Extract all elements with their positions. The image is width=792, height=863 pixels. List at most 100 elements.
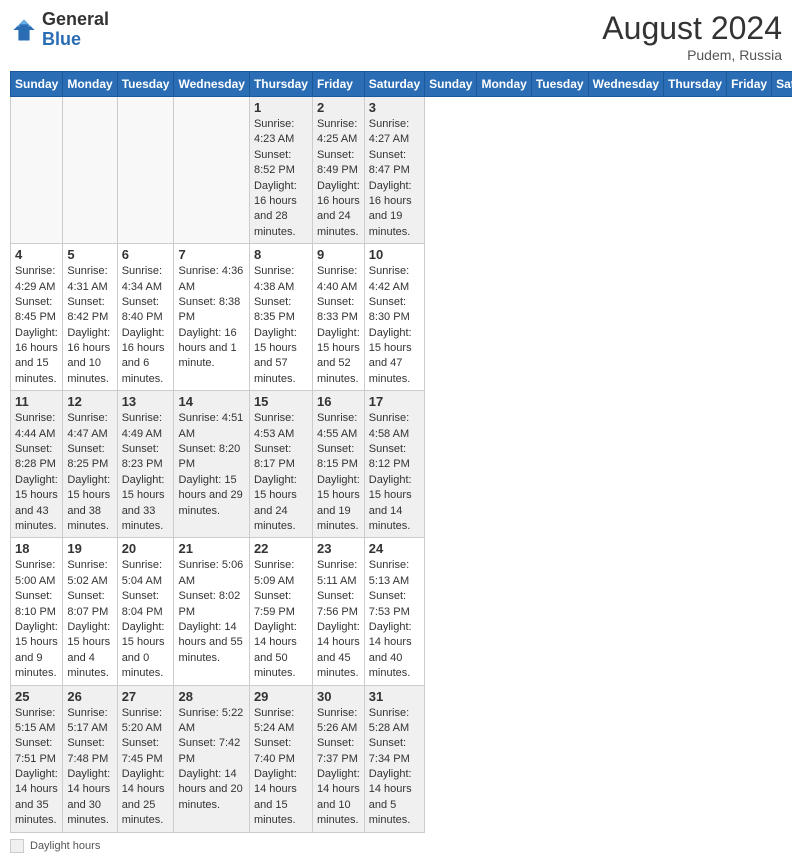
day-number: 19 <box>67 541 112 556</box>
day-info: Sunrise: 5:11 AM Sunset: 7:56 PM Dayligh… <box>317 558 360 681</box>
calendar-cell: 4 Sunrise: 4:29 AM Sunset: 8:45 PM Daylig… <box>11 244 63 391</box>
logo-general: General <box>42 9 109 29</box>
logo-blue: Blue <box>42 29 81 49</box>
day-info: Sunrise: 4:34 AM Sunset: 8:40 PM Dayligh… <box>122 264 170 387</box>
week-row-2: 4 Sunrise: 4:29 AM Sunset: 8:45 PM Daylig… <box>11 244 792 391</box>
day-number: 24 <box>369 541 420 556</box>
calendar-cell: 28Sunrise: 5:22 AM Sunset: 7:42 PM Dayli… <box>174 685 249 832</box>
calendar-cell: 24 Sunrise: 5:13 AM Sunset: 7:53 PM Dayli… <box>364 538 424 685</box>
day-number: 12 <box>67 394 112 409</box>
col-header-monday: Monday <box>477 72 531 97</box>
day-info: Sunrise: 4:36 AM Sunset: 8:38 PM Dayligh… <box>178 264 244 372</box>
day-number: 8 <box>254 247 308 262</box>
col-header-friday: Friday <box>727 72 772 97</box>
day-info: Sunrise: 4:42 AM Sunset: 8:30 PM Dayligh… <box>369 264 420 387</box>
calendar-cell: 13Sunrise: 4:49 AM Sunset: 8:23 PM Dayli… <box>117 391 174 538</box>
calendar-cell: 9Sunrise: 4:40 AM Sunset: 8:33 PM Daylig… <box>312 244 364 391</box>
day-info: Sunrise: 5:13 AM Sunset: 7:53 PM Dayligh… <box>369 558 420 681</box>
calendar-cell: 30Sunrise: 5:26 AM Sunset: 7:37 PM Dayli… <box>312 685 364 832</box>
calendar-cell: 2Sunrise: 4:25 AM Sunset: 8:49 PM Daylig… <box>312 97 364 244</box>
footer-legend: Daylight hours <box>10 839 100 853</box>
col-header-wednesday: Wednesday <box>588 72 663 97</box>
calendar-cell: 20Sunrise: 5:04 AM Sunset: 8:04 PM Dayli… <box>117 538 174 685</box>
day-info: Sunrise: 5:28 AM Sunset: 7:34 PM Dayligh… <box>369 706 420 829</box>
day-number: 4 <box>15 247 58 262</box>
day-number: 9 <box>317 247 360 262</box>
title-block: August 2024 Pudem, Russia <box>602 10 782 63</box>
calendar-cell: 22Sunrise: 5:09 AM Sunset: 7:59 PM Dayli… <box>249 538 312 685</box>
calendar-table: SundayMondayTuesdayWednesdayThursdayFrid… <box>10 71 792 833</box>
col-header-thursday: Thursday <box>249 72 312 97</box>
calendar-cell: 26Sunrise: 5:17 AM Sunset: 7:48 PM Dayli… <box>63 685 117 832</box>
day-info: Sunrise: 5:02 AM Sunset: 8:07 PM Dayligh… <box>67 558 112 681</box>
calendar-cell: 8 Sunrise: 4:38 AM Sunset: 8:35 PM Daylig… <box>249 244 312 391</box>
day-info: Sunrise: 4:23 AM Sunset: 8:52 PM Dayligh… <box>254 117 308 240</box>
day-info: Sunrise: 5:06 AM Sunset: 8:02 PM Dayligh… <box>178 558 244 666</box>
calendar-cell: 25Sunrise: 5:15 AM Sunset: 7:51 PM Dayli… <box>11 685 63 832</box>
day-info: Sunrise: 5:20 AM Sunset: 7:45 PM Dayligh… <box>122 706 170 829</box>
day-info: Sunrise: 4:47 AM Sunset: 8:25 PM Dayligh… <box>67 411 112 534</box>
day-number: 10 <box>369 247 420 262</box>
day-number: 16 <box>317 394 360 409</box>
day-number: 29 <box>254 689 308 704</box>
day-number: 14 <box>178 394 244 409</box>
calendar-cell: 27 Sunrise: 5:20 AM Sunset: 7:45 PM Dayli… <box>117 685 174 832</box>
day-number: 3 <box>369 100 420 115</box>
day-number: 5 <box>67 247 112 262</box>
day-info: Sunrise: 5:04 AM Sunset: 8:04 PM Dayligh… <box>122 558 170 681</box>
calendar-cell <box>11 97 63 244</box>
day-number: 31 <box>369 689 420 704</box>
col-header-thursday: Thursday <box>664 72 727 97</box>
col-header-sunday: Sunday <box>425 72 477 97</box>
day-number: 25 <box>15 689 58 704</box>
day-number: 21 <box>178 541 244 556</box>
day-info: Sunrise: 4:27 AM Sunset: 8:47 PM Dayligh… <box>369 117 420 240</box>
day-info: Sunrise: 5:24 AM Sunset: 7:40 PM Dayligh… <box>254 706 308 829</box>
day-number: 7 <box>178 247 244 262</box>
logo-icon <box>10 16 38 44</box>
day-info: Sunrise: 5:22 AM Sunset: 7:42 PM Dayligh… <box>178 706 244 814</box>
month-title: August 2024 <box>602 10 782 47</box>
calendar-cell: 21 Sunrise: 5:06 AM Sunset: 8:02 PM Dayli… <box>174 538 249 685</box>
calendar-cell: 5 Sunrise: 4:31 AM Sunset: 8:42 PM Daylig… <box>63 244 117 391</box>
day-number: 27 <box>122 689 170 704</box>
day-info: Sunrise: 5:00 AM Sunset: 8:10 PM Dayligh… <box>15 558 58 681</box>
calendar-cell: 23 Sunrise: 5:11 AM Sunset: 7:56 PM Dayli… <box>312 538 364 685</box>
col-header-sunday: Sunday <box>11 72 63 97</box>
calendar-cell: 17 Sunrise: 4:58 AM Sunset: 8:12 PM Dayli… <box>364 391 424 538</box>
col-header-saturday: Saturday <box>364 72 424 97</box>
calendar-cell: 31 Sunrise: 5:28 AM Sunset: 7:34 PM Dayli… <box>364 685 424 832</box>
day-number: 1 <box>254 100 308 115</box>
day-number: 18 <box>15 541 58 556</box>
day-number: 23 <box>317 541 360 556</box>
day-number: 11 <box>15 394 58 409</box>
calendar-cell: 14 Sunrise: 4:51 AM Sunset: 8:20 PM Dayli… <box>174 391 249 538</box>
day-info: Sunrise: 4:51 AM Sunset: 8:20 PM Dayligh… <box>178 411 244 519</box>
week-row-1: 1 Sunrise: 4:23 AM Sunset: 8:52 PM Daylig… <box>11 97 792 244</box>
day-info: Sunrise: 4:29 AM Sunset: 8:45 PM Dayligh… <box>15 264 58 387</box>
day-info: Sunrise: 5:17 AM Sunset: 7:48 PM Dayligh… <box>67 706 112 829</box>
day-info: Sunrise: 4:25 AM Sunset: 8:49 PM Dayligh… <box>317 117 360 240</box>
col-header-saturday: Saturday <box>772 72 792 97</box>
day-number: 30 <box>317 689 360 704</box>
calendar-cell: 12 Sunrise: 4:47 AM Sunset: 8:25 PM Dayli… <box>63 391 117 538</box>
calendar-cell: 18 Sunrise: 5:00 AM Sunset: 8:10 PM Dayli… <box>11 538 63 685</box>
calendar-cell: 29 Sunrise: 5:24 AM Sunset: 7:40 PM Dayli… <box>249 685 312 832</box>
day-number: 17 <box>369 394 420 409</box>
col-header-wednesday: Wednesday <box>174 72 249 97</box>
col-header-tuesday: Tuesday <box>117 72 174 97</box>
calendar-cell <box>174 97 249 244</box>
calendar-cell: 7 Sunrise: 4:36 AM Sunset: 8:38 PM Daylig… <box>174 244 249 391</box>
week-row-5: 25Sunrise: 5:15 AM Sunset: 7:51 PM Dayli… <box>11 685 792 832</box>
day-info: Sunrise: 4:49 AM Sunset: 8:23 PM Dayligh… <box>122 411 170 534</box>
col-header-monday: Monday <box>63 72 117 97</box>
calendar-cell: 11Sunrise: 4:44 AM Sunset: 8:28 PM Dayli… <box>11 391 63 538</box>
page-header: General Blue August 2024 Pudem, Russia <box>10 10 782 63</box>
legend-box <box>10 839 24 853</box>
day-info: Sunrise: 5:09 AM Sunset: 7:59 PM Dayligh… <box>254 558 308 681</box>
calendar-cell: 3 Sunrise: 4:27 AM Sunset: 8:47 PM Daylig… <box>364 97 424 244</box>
day-info: Sunrise: 4:31 AM Sunset: 8:42 PM Dayligh… <box>67 264 112 387</box>
day-info: Sunrise: 4:58 AM Sunset: 8:12 PM Dayligh… <box>369 411 420 534</box>
day-info: Sunrise: 4:55 AM Sunset: 8:15 PM Dayligh… <box>317 411 360 534</box>
day-info: Sunrise: 4:38 AM Sunset: 8:35 PM Dayligh… <box>254 264 308 387</box>
